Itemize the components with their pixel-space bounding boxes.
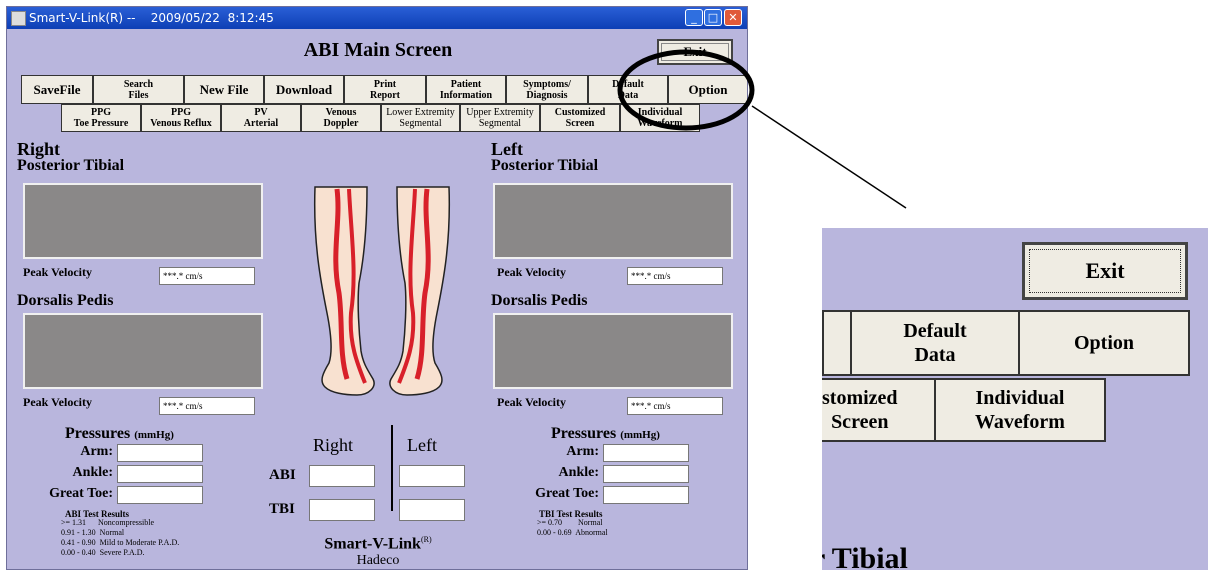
zoom-exit-label: Exit bbox=[1085, 258, 1125, 283]
callout-line bbox=[751, 105, 907, 209]
zoom-option-button[interactable]: Option bbox=[1018, 310, 1190, 376]
zoom-customized-screen-button[interactable]: stomized Screen bbox=[822, 378, 936, 442]
zoom-individual-waveform-button[interactable]: Individual Waveform bbox=[934, 378, 1106, 442]
zoom-inset: Exit Default Data Option stomized Screen… bbox=[822, 228, 1208, 570]
zoom-partial-button bbox=[822, 310, 852, 376]
zoom-exit-button[interactable]: Exit bbox=[1022, 242, 1188, 300]
highlight-ellipse bbox=[617, 49, 755, 131]
zoom-default-data-button[interactable]: Default Data bbox=[850, 310, 1020, 376]
zoom-tibial-fragment: r Tibial bbox=[822, 542, 908, 570]
